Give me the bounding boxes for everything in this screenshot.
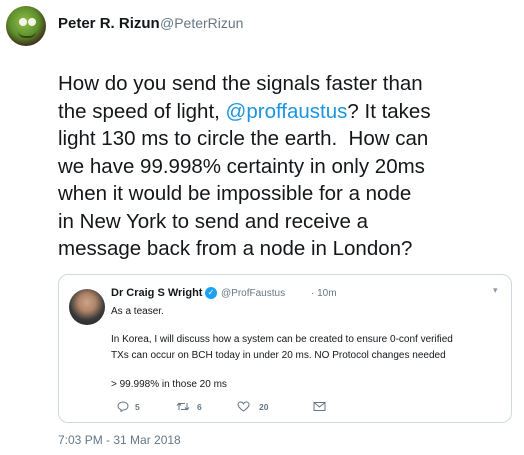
- verified-badge-icon: ✓: [205, 287, 217, 299]
- tweet-line: ? It takes: [347, 99, 431, 123]
- mention-link[interactable]: @proffaustus: [226, 100, 348, 123]
- tweet-line: we have 99.998% certainty in only 20ms: [58, 154, 425, 178]
- quoted-tweet-line: In Korea, I will discuss how a system ca…: [111, 334, 453, 345]
- tweet-timestamp[interactable]: 7:03 PM - 31 Mar 2018: [58, 433, 181, 447]
- retweet-count: 6: [197, 402, 202, 412]
- quoted-author-avatar[interactable]: [69, 289, 105, 325]
- message-icon[interactable]: [313, 401, 326, 412]
- quoted-tweet-card[interactable]: Dr Craig S Wright ✓ @ProfFaustus · 10m ▾…: [58, 274, 512, 423]
- tweet-line: message back from a node in London?: [58, 237, 413, 260]
- quoted-author-handle[interactable]: @ProfFaustus: [221, 288, 285, 299]
- author-handle[interactable]: @PeterRizun: [160, 15, 243, 31]
- tweet-line: when it would be impossible for a node: [58, 182, 412, 205]
- avatar-eye: [19, 18, 27, 26]
- avatar-eye: [28, 18, 36, 26]
- avatar-mouth: [18, 31, 36, 38]
- reply-count: 5: [135, 402, 140, 412]
- quoted-tweet-line: > 99.998% in those 20 ms: [111, 379, 227, 390]
- heart-icon[interactable]: [237, 401, 250, 412]
- author-avatar[interactable]: [6, 6, 46, 46]
- quoted-author-name[interactable]: Dr Craig S Wright: [111, 287, 202, 299]
- chevron-down-icon[interactable]: ▾: [493, 285, 498, 296]
- quoted-tweet-line: TXs can occur on BCH today in under 20 m…: [111, 350, 446, 361]
- tweet-line: in New York to send and receive a: [58, 209, 368, 233]
- author-name[interactable]: Peter R. Rizun: [58, 15, 160, 32]
- reply-icon[interactable]: [117, 401, 129, 412]
- quoted-tweet-time[interactable]: · 10m: [311, 288, 337, 299]
- quoted-tweet-line: As a teaser.: [111, 306, 164, 317]
- like-count: 20: [259, 402, 269, 412]
- retweet-icon[interactable]: [176, 401, 190, 412]
- tweet-line: light 130 ms to circle the earth. How ca…: [58, 127, 429, 150]
- tweet-line: the speed of light,: [58, 99, 226, 123]
- tweet-text: How do you send the signals faster than …: [58, 70, 520, 263]
- tweet-line: How do you send the signals faster than: [58, 72, 423, 95]
